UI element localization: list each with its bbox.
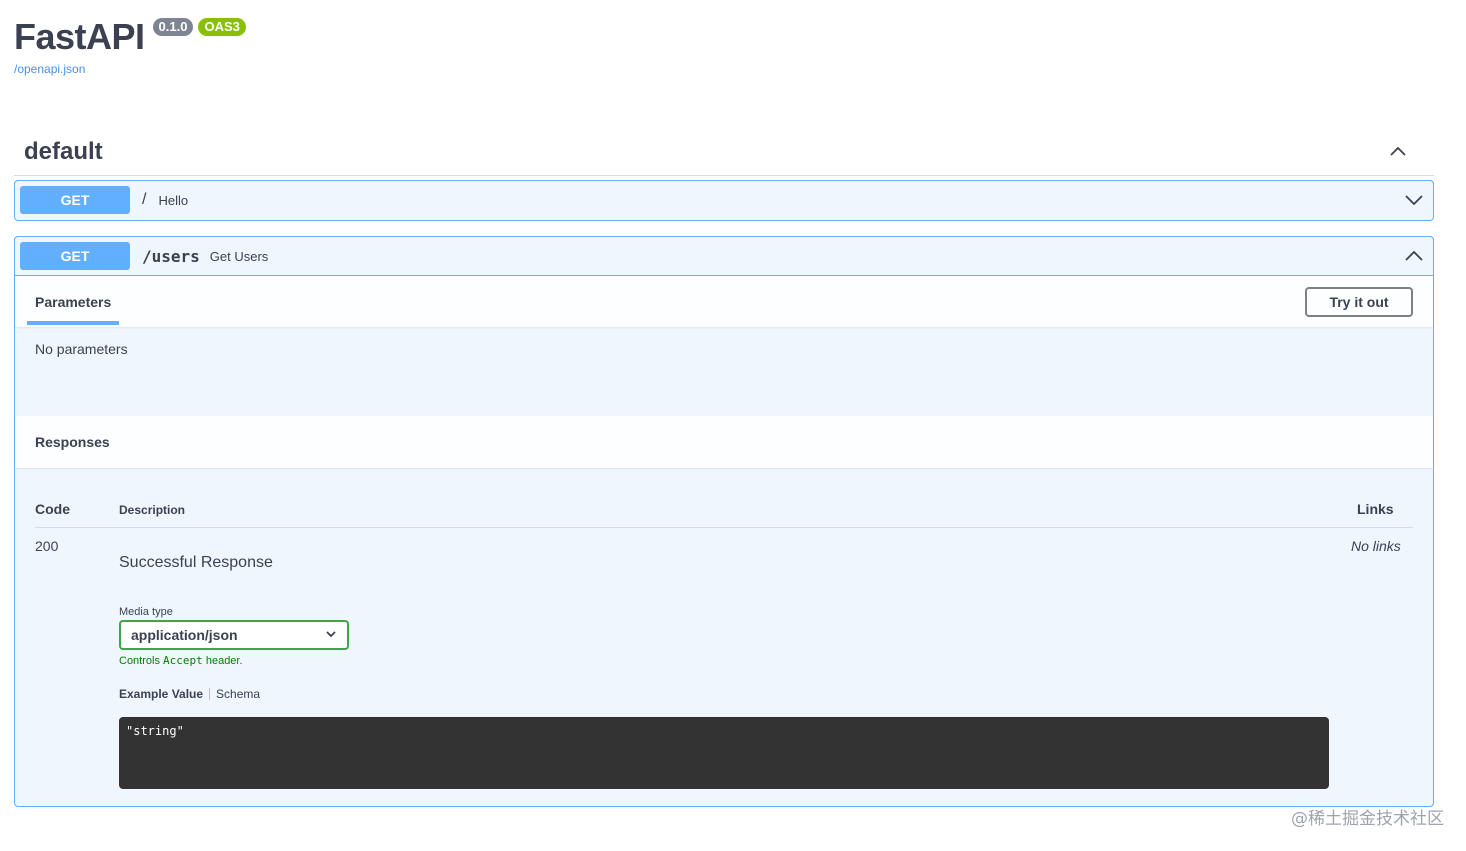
response-code: 200 <box>35 538 59 554</box>
operation-summary[interactable]: GET /users Get Users <box>15 237 1433 275</box>
tab-parameters[interactable]: Parameters <box>35 294 111 310</box>
method-badge: GET <box>20 242 130 270</box>
response-description: Successful Response <box>119 554 273 571</box>
header-description: Description <box>119 503 186 517</box>
operation-summary-text: Get Users <box>209 248 269 264</box>
media-type-value: application/json <box>131 627 238 643</box>
parameters-header: Parameters Try it out <box>15 275 1433 327</box>
parameters-body: No parameters <box>15 327 1433 416</box>
header-code: Code <box>35 501 70 517</box>
openapi-json-link[interactable]: /openapi.json <box>14 62 246 76</box>
operation-get-hello: GET / Hello <box>14 180 1434 221</box>
oas-badge: OAS3 <box>198 18 246 36</box>
version-badge: 0.1.0 <box>152 18 194 36</box>
responses-title: Responses <box>35 434 110 450</box>
media-type-select[interactable]: application/json <box>119 620 349 650</box>
active-tab-indicator <box>27 321 119 325</box>
example-code-block: "string" <box>119 717 1329 789</box>
api-info: FastAPI 0.1.0 OAS3 /openapi.json <box>14 14 246 76</box>
chevron-down-icon[interactable] <box>1404 190 1424 210</box>
no-parameters-text: No parameters <box>35 341 128 357</box>
tag-section-default[interactable]: default <box>14 128 1434 176</box>
tab-schema[interactable]: Schema <box>216 687 260 701</box>
operation-path: /users <box>142 246 200 266</box>
response-links: No links <box>1351 538 1401 554</box>
header-links: Links <box>1357 501 1394 517</box>
method-badge: GET <box>20 186 130 214</box>
chevron-up-icon[interactable] <box>1388 142 1408 162</box>
operation-summary-text: Hello <box>158 192 189 208</box>
tab-separator <box>209 688 211 700</box>
operation-path: / <box>142 191 147 208</box>
operation-get-users: GET /users Get Users Parameters Try it o… <box>14 236 1434 807</box>
responses-header: Responses <box>15 416 1433 468</box>
tab-example-value[interactable]: Example Value <box>119 687 203 701</box>
media-type-label: Media type <box>119 606 173 618</box>
example-tabs: Example Value Schema <box>119 687 1357 701</box>
chevron-down-icon <box>325 627 337 643</box>
tag-name: default <box>24 137 103 165</box>
controls-accept-text: Controls Accept header. <box>119 654 243 667</box>
responses-table-header: Code Description Links <box>35 468 1413 528</box>
response-row: 200 Successful Response Media type appli… <box>35 528 1413 789</box>
title-row: FastAPI 0.1.0 OAS3 <box>14 14 246 60</box>
operation-summary[interactable]: GET / Hello <box>15 181 1433 219</box>
responses-body: Code Description Links 200 Successful Re… <box>15 468 1433 809</box>
watermark: @稀土掘金技术社区 <box>1291 809 1444 829</box>
try-it-out-button[interactable]: Try it out <box>1305 286 1413 317</box>
chevron-up-icon[interactable] <box>1404 246 1424 266</box>
api-title: FastAPI <box>14 16 145 57</box>
